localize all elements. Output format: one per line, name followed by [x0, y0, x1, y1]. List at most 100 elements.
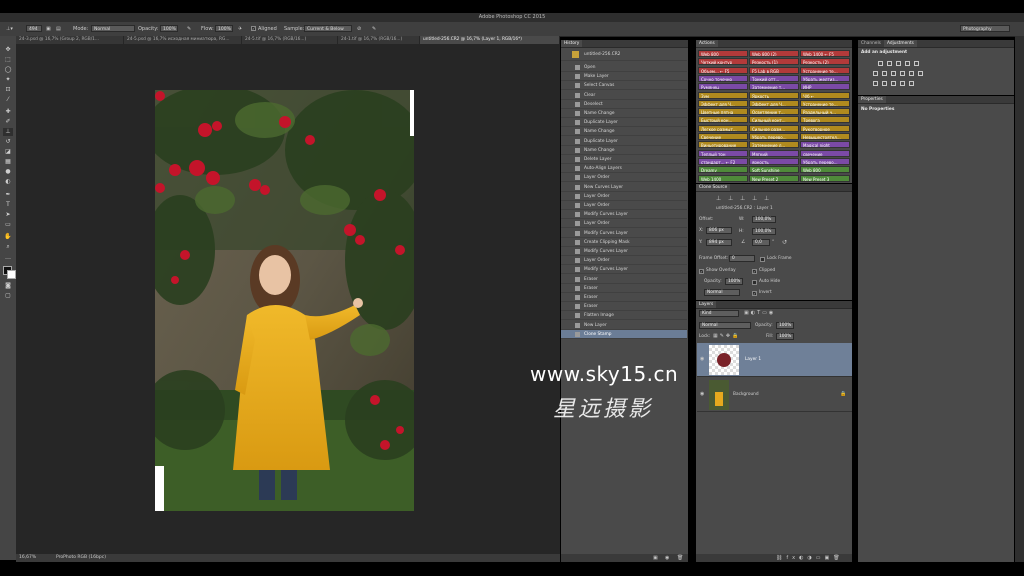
history-item[interactable]: Clone Stamp: [561, 329, 687, 339]
brush-panel-icon[interactable]: ▣: [46, 24, 51, 34]
history-item[interactable]: Layer Order: [561, 201, 687, 210]
doc-tab[interactable]: 24-1.tif @ 16,7% (RGB/16...): [338, 36, 420, 44]
history-item[interactable]: Eraser: [561, 293, 687, 302]
action-button[interactable]: Цветные пятна: [698, 108, 748, 116]
eyedropper-tool-icon[interactable]: ⁄: [3, 96, 13, 104]
history-item[interactable]: Name Change: [561, 109, 687, 118]
tab-history[interactable]: History: [561, 40, 583, 47]
history-item[interactable]: Modify Curves Layer: [561, 210, 687, 220]
action-button[interactable]: свечение: [800, 149, 850, 157]
color-lookup-icon[interactable]: [918, 71, 923, 76]
action-button[interactable]: яркость: [749, 157, 799, 165]
action-button[interactable]: Сочно точечно: [698, 74, 748, 82]
clipped-checkbox[interactable]: ✓: [752, 269, 757, 274]
angle-input[interactable]: 0,0: [752, 239, 770, 246]
pressure-size-icon[interactable]: ✎: [372, 24, 376, 34]
action-button[interactable]: Яркость: [749, 91, 799, 99]
visibility-eye-icon[interactable]: ◉: [700, 356, 704, 362]
channel-mixer-icon[interactable]: [909, 71, 914, 76]
action-button[interactable]: Виньетирование: [698, 141, 748, 149]
vibrance-icon[interactable]: [914, 61, 919, 66]
color-balance-icon[interactable]: [882, 71, 887, 76]
layer-opacity-input[interactable]: 100%: [776, 322, 794, 329]
new-document-icon[interactable]: ▣: [653, 555, 658, 561]
layer-filter-select[interactable]: Kind: [699, 310, 739, 317]
path-select-tool-icon[interactable]: ➤: [3, 211, 13, 219]
history-item[interactable]: Name Change: [561, 127, 687, 137]
action-button[interactable]: F5 Lab в RGB: [749, 66, 799, 74]
action-button[interactable]: Web 1400: [698, 174, 748, 182]
clone-source-4-icon[interactable]: ⊥: [752, 195, 757, 202]
action-button[interactable]: стандарт... ← F2: [698, 157, 748, 165]
zoom-level[interactable]: 16,67%: [19, 554, 36, 562]
overlay-opacity-input[interactable]: 100%: [725, 278, 743, 285]
offset-x-input[interactable]: 806 px: [706, 227, 732, 234]
mode-select[interactable]: Normal: [91, 25, 135, 32]
action-button[interactable]: Web 800 (2): [749, 50, 799, 57]
history-item[interactable]: Open: [561, 63, 687, 72]
brush-tool-icon[interactable]: ✐: [3, 118, 13, 126]
action-button[interactable]: Dreamy: [698, 166, 748, 174]
clone-source-5-icon[interactable]: ⊥: [764, 195, 769, 202]
action-button[interactable]: Невышестоятел...: [800, 133, 850, 140]
pressure-opacity-icon[interactable]: ✎: [187, 24, 191, 34]
lasso-tool-icon[interactable]: ◯: [3, 66, 13, 74]
action-button[interactable]: Устранение те...: [800, 66, 850, 74]
history-item[interactable]: Select Canvas: [561, 81, 687, 91]
auto-hide-checkbox[interactable]: [752, 280, 757, 285]
tab-actions[interactable]: Actions: [696, 40, 718, 47]
curves-icon[interactable]: [896, 61, 901, 66]
layer-name[interactable]: Layer 1: [745, 357, 761, 362]
trash-icon[interactable]: 🗑: [677, 555, 683, 561]
levels-icon[interactable]: [887, 61, 892, 66]
history-brush-tool-icon[interactable]: ↺: [3, 138, 13, 146]
action-button[interactable]: Объем... ← F5: [698, 66, 748, 74]
history-item[interactable]: Make Layer: [561, 72, 687, 82]
airbrush-icon[interactable]: ✈: [238, 24, 242, 34]
visibility-eye-icon[interactable]: ◉: [700, 391, 704, 397]
action-button[interactable]: Резкость (1): [749, 58, 799, 66]
action-button[interactable]: Web 800: [698, 50, 748, 57]
lock-frame-checkbox[interactable]: [760, 257, 765, 262]
blur-tool-icon[interactable]: ●: [3, 168, 13, 176]
black-white-icon[interactable]: [891, 71, 896, 76]
action-button[interactable]: New Preset 3: [800, 174, 850, 182]
quick-select-tool-icon[interactable]: ✦: [3, 76, 13, 84]
history-item[interactable]: Duplicate Layer: [561, 137, 687, 146]
threshold-icon[interactable]: [891, 81, 896, 86]
doc-tab[interactable]: 24-5.tif @ 16,7% (RGB/16...): [242, 36, 338, 44]
clone-source-3-icon[interactable]: ⊥: [740, 195, 745, 202]
action-button[interactable]: Web 1400 ← F5: [800, 50, 850, 57]
exposure-icon[interactable]: [905, 61, 910, 66]
photo-filter-icon[interactable]: [900, 71, 905, 76]
tab-layers[interactable]: Layers: [696, 301, 717, 308]
action-button[interactable]: Сильный конт...: [749, 116, 799, 124]
action-button[interactable]: Web 800: [800, 166, 850, 174]
action-button[interactable]: Рукотворное: [800, 124, 850, 132]
action-button[interactable]: Мягкий: [749, 149, 799, 157]
action-button[interactable]: Легкое размыт...: [698, 124, 748, 132]
history-item[interactable]: Duplicate Layer: [561, 118, 687, 128]
history-item[interactable]: Modify Curves Layer: [561, 229, 687, 238]
move-tool-icon[interactable]: ✥: [3, 46, 13, 54]
posterize-icon[interactable]: [882, 81, 887, 86]
history-item[interactable]: Delete Layer: [561, 155, 687, 164]
zoom-tool-icon[interactable]: ⌕: [3, 243, 13, 251]
action-button[interactable]: Эффект для Ч...: [749, 99, 799, 107]
more-tools-icon[interactable]: …: [3, 254, 13, 262]
history-item[interactable]: Deselect: [561, 100, 687, 109]
invert-checkbox[interactable]: ✓: [752, 291, 757, 296]
action-button[interactable]: New Preset 2: [749, 174, 799, 182]
doc-tab[interactable]: 24-5.psd @ 16,7% исходная миниатюра, RG.…: [124, 36, 242, 44]
lock-icons[interactable]: ▦✎✥🔒: [713, 333, 740, 339]
gradient-tool-icon[interactable]: ▦: [3, 158, 13, 166]
opacity-field[interactable]: 100%: [160, 25, 178, 32]
history-item[interactable]: New Layer: [561, 321, 687, 330]
action-button[interactable]: Затемнение л...: [749, 141, 799, 149]
workspace-select[interactable]: Photography: [960, 25, 1010, 32]
offset-y-input[interactable]: 894 px: [706, 239, 732, 246]
action-button[interactable]: Soft Sunshine: [749, 166, 799, 174]
shape-tool-icon[interactable]: ▭: [3, 221, 13, 229]
tab-channels[interactable]: Channels: [858, 40, 884, 47]
action-button[interactable]: ИНР: [800, 83, 850, 91]
